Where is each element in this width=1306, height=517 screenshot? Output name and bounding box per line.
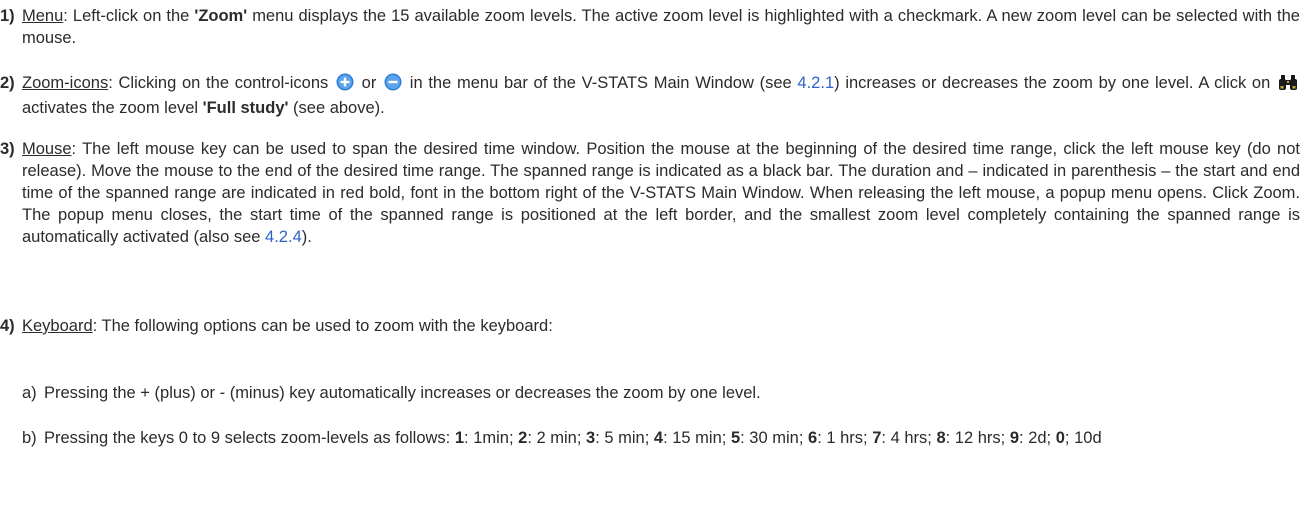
key-value: : 1min; (464, 429, 519, 447)
key-digit: 4 (653, 429, 664, 447)
item-text: Keyboard: The following options can be u… (22, 315, 1300, 337)
plus-circle-icon (336, 73, 354, 97)
item-text: Zoom-icons: Clicking on the control-icon… (22, 72, 1300, 119)
list-item-keyboard: 4) Keyboard: The following options can b… (0, 315, 1300, 337)
key-value: : 15 min; (663, 429, 731, 447)
key-digit: 5 (730, 429, 741, 447)
text-run: : Left-click on the (63, 7, 195, 25)
key-digit: 0 (1055, 429, 1065, 447)
item-text: Mouse: The left mouse key can be used to… (22, 138, 1300, 248)
item-label: Keyboard (22, 317, 93, 335)
key-value: : 4 hrs; (881, 429, 937, 447)
item-number: 1) (0, 7, 15, 25)
key-value: : 5 min; (595, 429, 654, 447)
minus-circle-icon (384, 73, 402, 97)
key-digit: 1 (454, 429, 465, 447)
text-run: activates the zoom level (22, 99, 203, 117)
item-label: Zoom-icons (22, 74, 109, 92)
text-run: : The left mouse key can be used to span… (22, 140, 1300, 246)
section-link[interactable]: 4.2.4 (265, 228, 302, 246)
sub-item-b: b) Pressing the keys 0 to 9 selects zoom… (22, 427, 1300, 449)
list-item-zoom-icons: 2) Zoom-icons: Clicking on the control-i… (0, 72, 1300, 119)
key-digit: 2 (518, 429, 528, 447)
key-value: : 2d; (1019, 429, 1056, 447)
text-run: (see above). (288, 99, 385, 117)
sub-item-text: Pressing the keys 0 to 9 selects zoom-le… (44, 427, 1300, 449)
item-number: 4) (0, 317, 15, 335)
key-value: : 2 min; (527, 429, 587, 447)
list-item-menu: 1) Menu: Left-click on the 'Zoom' menu d… (0, 5, 1300, 49)
list-item-mouse: 3) Mouse: The left mouse key can be used… (0, 138, 1300, 248)
text-run: : The following options can be used to z… (92, 317, 553, 335)
item-number: 3) (0, 140, 15, 158)
item-number: 2) (0, 74, 15, 92)
item-label: Menu (22, 7, 64, 25)
key-value: : 12 hrs; (945, 429, 1010, 447)
key-value: : 1 hrs; (817, 429, 873, 447)
binoculars-icon (1278, 74, 1298, 97)
sub-item-a: a) Pressing the + (plus) or - (minus) ke… (22, 382, 1300, 404)
item-text: Menu: Left-click on the 'Zoom' menu disp… (22, 5, 1300, 49)
text-run: Pressing the keys 0 to 9 selects zoom-le… (44, 429, 455, 447)
sub-item-text: Pressing the + (plus) or - (minus) key a… (44, 384, 761, 402)
key-digit: 8 (936, 429, 946, 447)
menu-name: 'Zoom' (194, 7, 248, 25)
text-run: : Clicking on the control-icons (108, 74, 334, 92)
key-value: ; 10d (1064, 429, 1102, 447)
text-run: or (355, 74, 383, 92)
text-run: ) increases or decreases the zoom by one… (834, 74, 1276, 92)
key-digit: 3 (586, 429, 596, 447)
key-digit: 6 (808, 429, 818, 447)
text-run: ). (301, 228, 312, 246)
item-label: Mouse (22, 140, 72, 158)
section-link[interactable]: 4.2.1 (797, 74, 834, 92)
key-digit: 9 (1009, 429, 1020, 447)
sub-item-letter: a) (22, 384, 37, 402)
sub-item-letter: b) (22, 429, 37, 447)
key-value: : 30 min; (740, 429, 809, 447)
zoom-level-name: 'Full study' (202, 99, 289, 117)
text-run: in the menu bar of the V-STATS Main Wind… (404, 74, 798, 92)
